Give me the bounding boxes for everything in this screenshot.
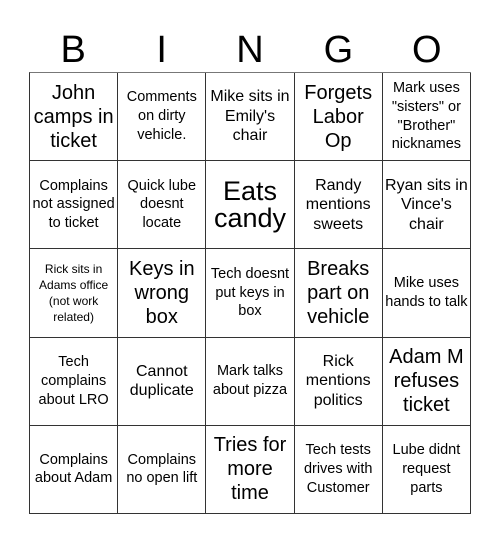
bingo-cell[interactable]: Mike sits in Emily's chair: [206, 73, 295, 162]
bingo-cell[interactable]: Adam M refuses ticket: [382, 337, 471, 426]
bingo-cell[interactable]: Complains about Adam: [30, 425, 119, 514]
bingo-cell[interactable]: Comments on dirty vehicle.: [118, 73, 207, 162]
header-letter-i: I: [156, 29, 167, 71]
header-letter-b: B: [60, 29, 86, 71]
bingo-header: B I N G O: [29, 28, 471, 72]
bingo-cell[interactable]: Rick mentions politics: [294, 337, 383, 426]
header-letter-n: N: [236, 29, 264, 71]
bingo-cell[interactable]: Mike uses hands to talk: [382, 249, 471, 338]
bingo-cell[interactable]: Keys in wrong box: [118, 249, 207, 338]
bingo-cell[interactable]: Mark talks about pizza: [206, 337, 295, 426]
bingo-cell[interactable]: Cannot duplicate: [118, 337, 207, 426]
bingo-cell[interactable]: Complains not assigned to ticket: [30, 161, 119, 250]
bingo-cell[interactable]: Tech tests drives with Customer: [294, 425, 383, 514]
bingo-cell[interactable]: Randy mentions sweets: [294, 161, 383, 250]
bingo-cell[interactable]: Tries for more time: [206, 425, 295, 514]
header-letter-o: O: [412, 29, 442, 71]
bingo-cell[interactable]: Mark uses "sisters" or "Brother" nicknam…: [382, 73, 471, 162]
bingo-cell[interactable]: Rick sits in Adams office (not work rela…: [30, 249, 119, 338]
bingo-cell[interactable]: Breaks part on vehicle: [294, 249, 383, 338]
bingo-cell[interactable]: Tech complains about LRO: [30, 337, 119, 426]
bingo-cell[interactable]: Forgets Labor Op: [294, 73, 383, 162]
bingo-cell[interactable]: Ryan sits in Vince's chair: [382, 161, 471, 250]
bingo-card-grid: John camps in ticket Comments on dirty v…: [29, 72, 471, 514]
bingo-cell[interactable]: Tech doesnt put keys in box: [206, 249, 295, 338]
bingo-cell[interactable]: Quick lube doesnt locate: [118, 161, 207, 250]
bingo-cell[interactable]: John camps in ticket: [30, 73, 119, 162]
header-letter-g: G: [323, 29, 354, 71]
bingo-cell[interactable]: Eats candy: [206, 161, 295, 250]
bingo-cell[interactable]: Lube didnt request parts: [382, 425, 471, 514]
bingo-cell[interactable]: Complains no open lift: [118, 425, 207, 514]
